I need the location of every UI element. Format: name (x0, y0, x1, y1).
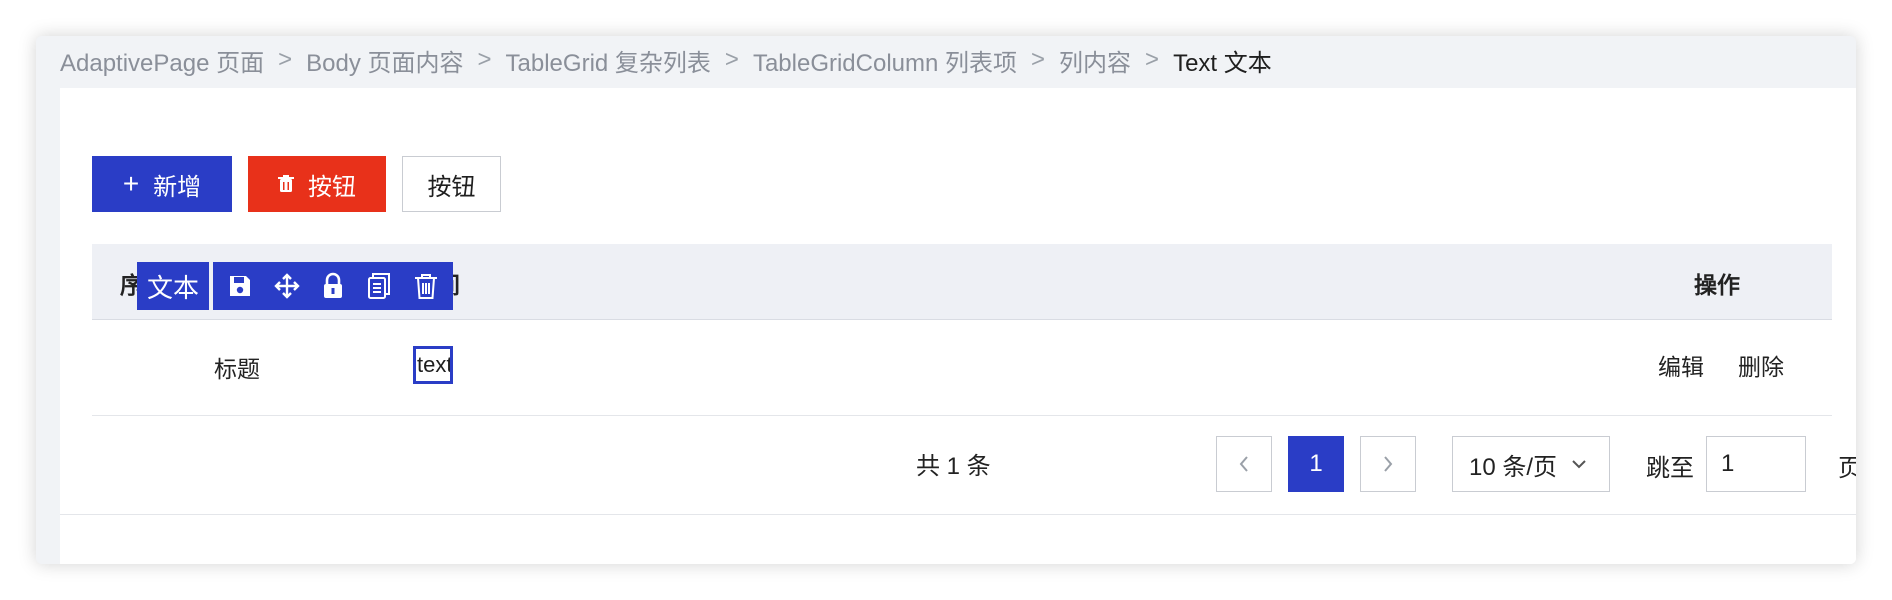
breadcrumb-item[interactable]: TableGridColumn 列表项 (753, 43, 1017, 78)
delete-button-label: 按钮 (308, 173, 356, 201)
breadcrumb-separator: > (1031, 46, 1046, 73)
add-button[interactable]: + 新增 (92, 156, 232, 212)
cell-title: 标题 (214, 356, 260, 382)
delete-link[interactable]: 删除 (1738, 348, 1784, 382)
column-header-actions: 操作 (1694, 272, 1740, 298)
breadcrumb-separator: > (278, 46, 293, 73)
breadcrumb: AdaptivePage 页面 > Body 页面内容 > TableGrid … (60, 42, 1272, 78)
cell-time-selected[interactable]: text (413, 346, 453, 384)
lock-icon[interactable] (315, 268, 351, 304)
edit-link[interactable]: 编辑 (1658, 348, 1704, 382)
chevron-right-icon (1384, 456, 1393, 472)
delete-button[interactable]: 按钮 (248, 156, 386, 212)
breadcrumb-separator: > (724, 46, 739, 73)
trash-icon[interactable] (408, 268, 444, 304)
breadcrumb-item[interactable]: AdaptivePage 页面 (60, 43, 264, 78)
breadcrumb-item[interactable]: Body 页面内容 (306, 43, 463, 78)
plus-icon: + (122, 168, 140, 199)
page-size-value: 10 条/页 (1469, 453, 1558, 481)
jump-page-input[interactable] (1706, 436, 1806, 492)
add-button-label: 新增 (153, 173, 202, 201)
panel-footer (60, 514, 1856, 564)
table-row: 标题 text 编辑 删除 (92, 320, 1832, 416)
content-panel: + 新增 按钮 按钮 序号 标题 时间 操作 标题 text 编辑 删除 共 1… (60, 88, 1856, 564)
pagination-total: 共 1 条 (916, 453, 991, 480)
default-button[interactable]: 按钮 (402, 156, 501, 212)
chevron-down-icon (1571, 459, 1587, 469)
default-button-label: 按钮 (427, 173, 476, 201)
selected-component-label: 文本 (137, 262, 209, 310)
prev-page-button[interactable] (1216, 436, 1272, 492)
save-icon[interactable] (222, 268, 258, 304)
breadcrumb-separator: > (1145, 46, 1160, 73)
page-suffix-label: 页 (1838, 455, 1856, 482)
jump-label: 跳至 (1646, 455, 1694, 482)
page-button-current[interactable]: 1 (1288, 436, 1344, 492)
component-toolbar (213, 262, 453, 310)
page-size-select[interactable]: 10 条/页 (1452, 436, 1610, 492)
breadcrumb-item[interactable]: 列内容 (1059, 43, 1131, 78)
next-page-button[interactable] (1360, 436, 1416, 492)
breadcrumb-separator: > (477, 46, 492, 73)
breadcrumb-current: Text 文本 (1173, 49, 1272, 77)
copy-icon[interactable] (361, 268, 397, 304)
move-icon[interactable] (269, 268, 305, 304)
breadcrumb-item[interactable]: TableGrid 复杂列表 (506, 43, 711, 78)
trash-icon (278, 175, 294, 193)
chevron-left-icon (1239, 456, 1248, 472)
